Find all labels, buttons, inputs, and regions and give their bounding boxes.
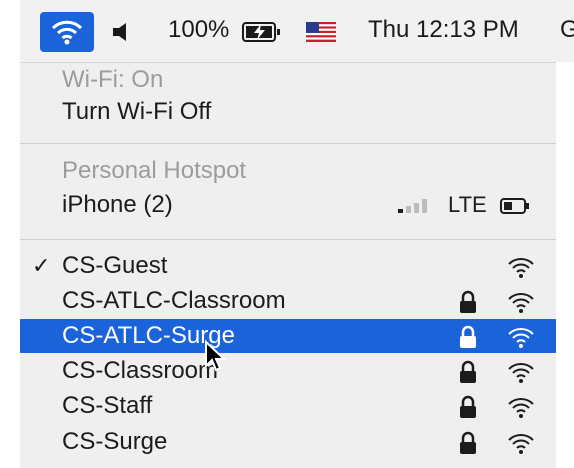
wifi-icon — [51, 20, 83, 45]
network-item-cs-guest[interactable]: ✓ CS-Guest — [20, 249, 556, 283]
personal-hotspot-label: Personal Hotspot — [62, 157, 247, 184]
lock-icon — [460, 290, 476, 313]
signal-strength-icon — [398, 199, 427, 213]
wifi-signal-icon — [508, 258, 534, 278]
battery-percentage[interactable]: 100% — [168, 16, 229, 44]
network-item-cs-surge[interactable]: CS-Surge — [20, 425, 556, 459]
network-name: CS-Classroom — [62, 357, 219, 384]
wifi-signal-icon — [508, 293, 534, 313]
wifi-signal-icon — [508, 363, 534, 383]
wifi-signal-icon — [508, 328, 534, 348]
network-name: CS-Surge — [62, 428, 168, 455]
menu-separator — [20, 239, 556, 240]
wifi-status: Wi-Fi: On — [20, 63, 556, 97]
network-name: CS-ATLC-Classroom — [62, 287, 286, 314]
wifi-signal-icon — [508, 398, 534, 418]
network-name: CS-Guest — [62, 252, 168, 279]
turn-wifi-off-item[interactable]: Turn Wi-Fi Off — [20, 95, 556, 129]
network-item-cs-classroom[interactable]: CS-Classroom — [20, 354, 556, 388]
wifi-signal-icon — [508, 434, 534, 454]
checkmark-icon: ✓ — [32, 253, 51, 278]
clock[interactable]: Thu 12:13 PM — [368, 16, 519, 44]
hotspot-device-label: iPhone (2) — [62, 191, 173, 218]
wifi-status-label: Wi-Fi: On — [62, 66, 164, 93]
us-flag-icon[interactable] — [306, 22, 336, 42]
background-edge — [556, 62, 574, 468]
speaker-icon[interactable] — [112, 22, 132, 42]
lock-icon — [460, 360, 476, 383]
network-type-label: LTE — [448, 192, 487, 217]
lock-icon — [460, 431, 476, 454]
personal-hotspot-header: Personal Hotspot — [20, 154, 556, 188]
mouse-cursor-icon — [205, 340, 226, 372]
network-name: CS-Staff — [62, 392, 153, 419]
menu-separator — [20, 143, 556, 144]
wifi-menu-button[interactable] — [40, 12, 94, 52]
user-menu[interactable]: Gr — [560, 16, 574, 44]
battery-charging-icon[interactable] — [242, 21, 282, 43]
turn-wifi-off-label: Turn Wi-Fi Off — [62, 98, 212, 125]
hotspot-device-item[interactable]: iPhone (2) LTE — [20, 188, 556, 222]
lock-icon — [460, 325, 476, 348]
lock-icon — [460, 395, 476, 418]
network-item-cs-atlc-surge[interactable]: CS-ATLC-Surge — [20, 319, 556, 353]
phone-battery-icon — [500, 198, 529, 214]
network-item-cs-staff[interactable]: CS-Staff — [20, 389, 556, 423]
network-item-cs-atlc-classroom[interactable]: CS-ATLC-Classroom — [20, 284, 556, 318]
wifi-dropdown-menu: Wi-Fi: On Turn Wi-Fi Off Personal Hotspo… — [20, 63, 556, 468]
screen: 100% Thu 12:13 PM Gr Wi-Fi: On Turn Wi-F… — [0, 0, 574, 468]
menu-bar: 100% Thu 12:13 PM Gr — [20, 0, 574, 63]
